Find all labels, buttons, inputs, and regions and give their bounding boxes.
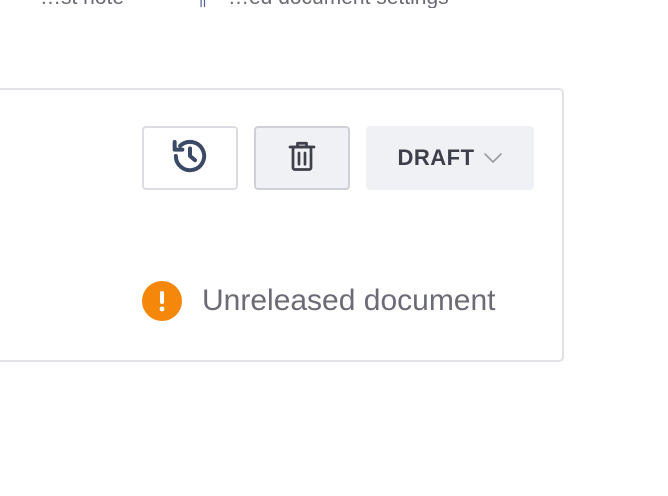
history-button[interactable] xyxy=(142,126,238,190)
delete-button[interactable] xyxy=(254,126,350,190)
status-dropdown-button[interactable]: DRAFT xyxy=(366,126,534,190)
chevron-down-icon xyxy=(483,152,503,164)
page: …st note ¶ …ed document settings xyxy=(0,0,668,496)
header-text-part-3: …ed document settings xyxy=(228,0,449,8)
unreleased-notice: Unreleased document xyxy=(142,280,496,322)
clipped-header-text: …st note ¶ …ed document settings xyxy=(0,0,668,8)
history-icon xyxy=(170,136,210,181)
notice-text: Unreleased document xyxy=(202,284,496,317)
header-text-part-1: …st note xyxy=(40,0,124,8)
trash-icon xyxy=(287,139,317,178)
exclamation-circle-icon xyxy=(142,281,182,321)
header-text-part-2: ¶ xyxy=(196,0,207,8)
document-card: DRAFT Unreleased document xyxy=(0,88,564,362)
status-label: DRAFT xyxy=(397,145,475,170)
